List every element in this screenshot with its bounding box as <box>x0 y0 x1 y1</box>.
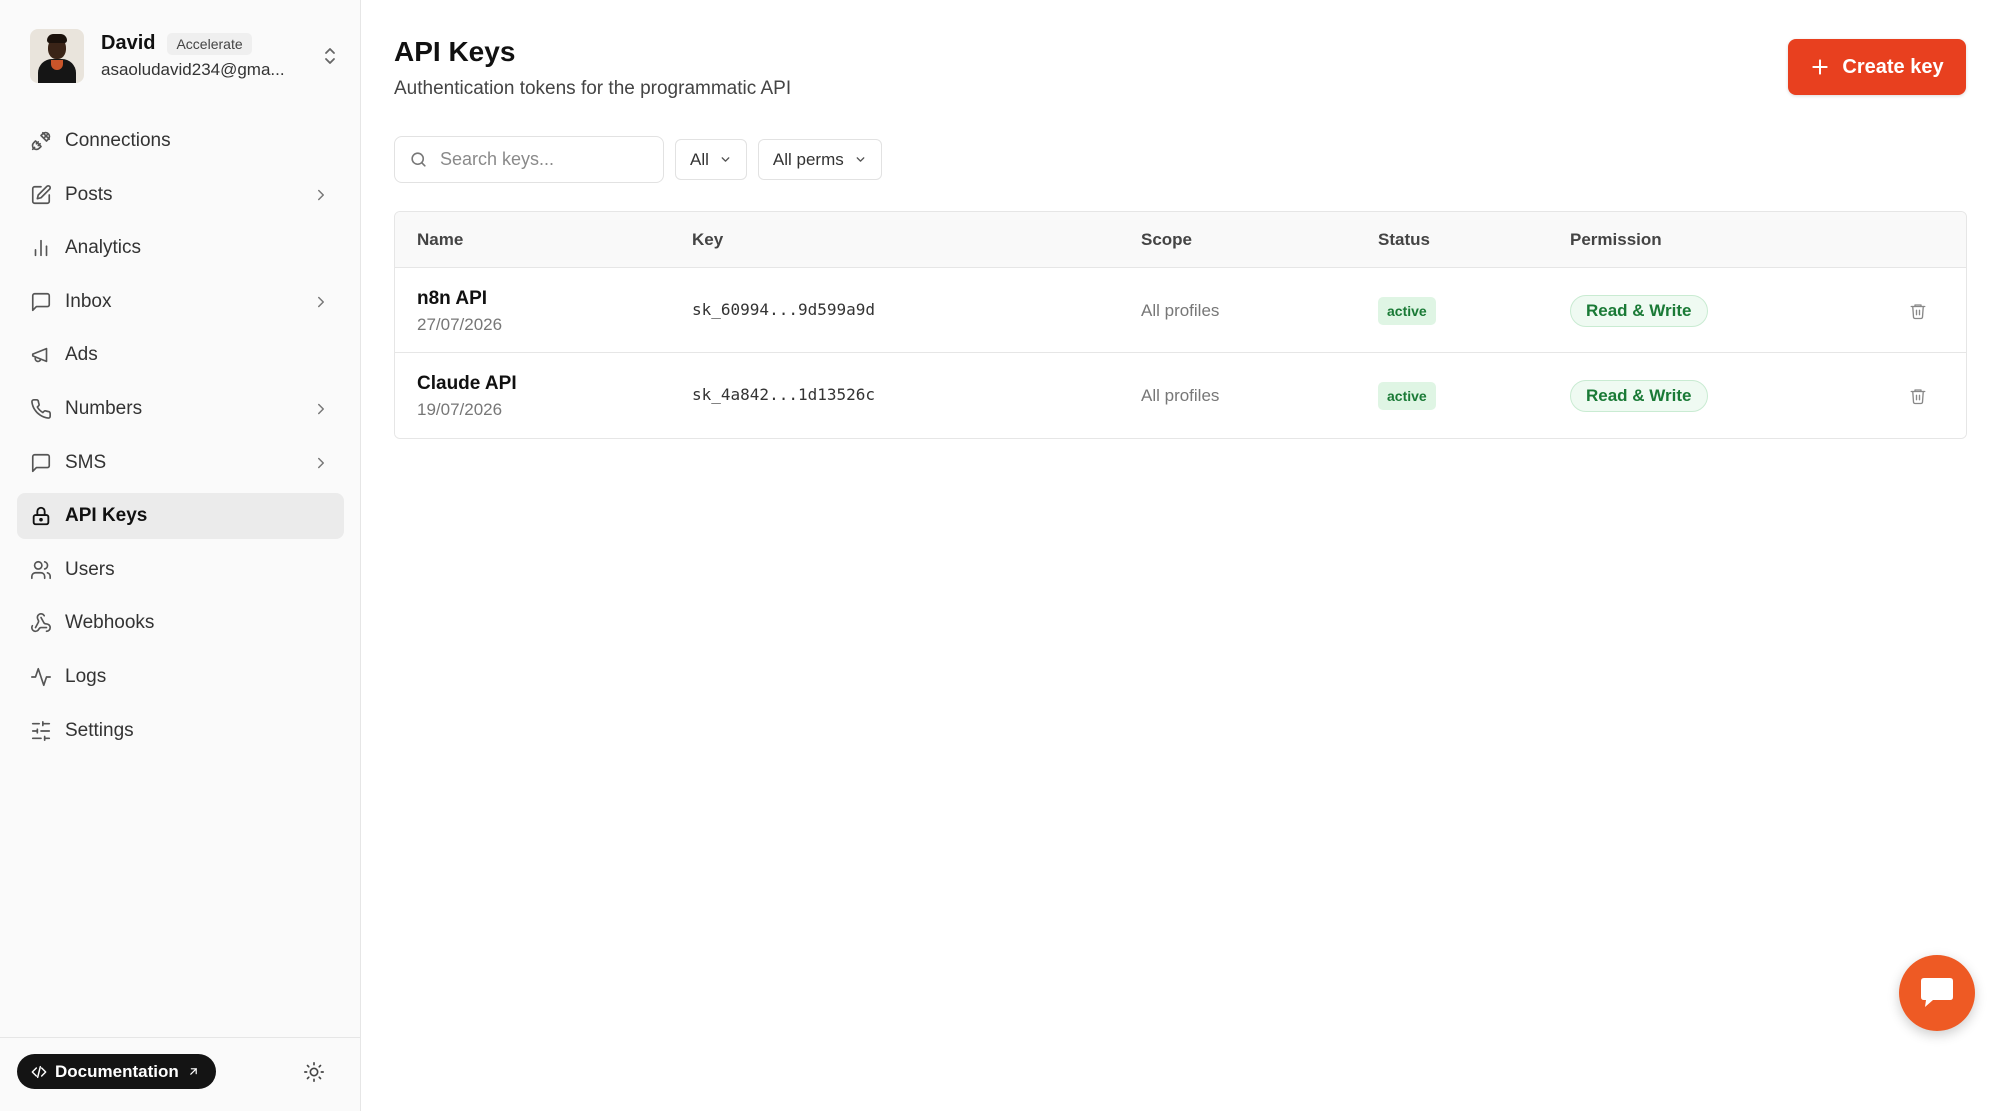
trash-icon <box>1910 304 1926 320</box>
sliders-icon <box>29 719 53 743</box>
sidebar-nav: Connections Posts Analytics Inbox Ads Nu… <box>17 118 344 761</box>
plug-icon <box>29 129 53 153</box>
lock-icon <box>29 504 53 528</box>
sidebar-item-numbers[interactable]: Numbers <box>17 386 344 432</box>
sidebar-item-api-keys[interactable]: API Keys <box>17 493 344 540</box>
chevron-right-icon <box>318 189 324 200</box>
edit-icon <box>29 183 53 207</box>
permission-badge: Read & Write <box>1570 380 1708 412</box>
documentation-label: Documentation <box>55 1061 179 1081</box>
filter-bar: All All perms <box>394 136 882 183</box>
page-subtitle: Authentication tokens for the programmat… <box>394 78 792 99</box>
sidebar-footer: Documentation <box>0 1037 361 1111</box>
sidebar-item-sms[interactable]: SMS <box>17 440 344 486</box>
sidebar-item-label: Analytics <box>65 237 142 259</box>
trash-icon <box>1910 389 1926 405</box>
phone-icon <box>29 397 53 421</box>
sidebar-item-users[interactable]: Users <box>17 547 344 593</box>
chevron-right-icon <box>318 296 324 308</box>
sidebar: David Accelerate asaoludavid234@gma... C… <box>0 0 361 1111</box>
permission-filter-value: All perms <box>772 149 844 169</box>
key-name: n8n API <box>417 288 488 309</box>
key-token: sk_60994...9d599a9d <box>692 300 876 319</box>
plus-icon <box>1812 59 1829 75</box>
message-square-icon <box>29 290 53 314</box>
sidebar-item-settings[interactable]: Settings <box>17 708 344 754</box>
chevron-down-icon <box>721 157 730 162</box>
sidebar-item-label: Settings <box>65 719 134 741</box>
table-row: n8n API 27/07/2026 sk_60994...9d599a9d A… <box>395 268 1966 353</box>
sidebar-item-connections[interactable]: Connections <box>17 118 344 164</box>
sidebar-item-label: SMS <box>65 451 107 473</box>
api-keys-table: Name Key Scope Status Permission n8n API… <box>394 211 1967 439</box>
sidebar-item-webhooks[interactable]: Webhooks <box>17 600 344 646</box>
code-icon <box>31 1065 47 1078</box>
chevron-down-icon <box>856 157 865 162</box>
sidebar-item-label: API Keys <box>65 505 148 527</box>
sidebar-item-label: Connections <box>65 130 171 151</box>
sidebar-item-label: Webhooks <box>65 612 155 634</box>
account-switcher[interactable]: David Accelerate asaoludavid234@gma... <box>30 28 340 84</box>
search-icon <box>411 152 426 167</box>
theme-toggle[interactable] <box>300 1058 328 1086</box>
sun-icon <box>304 1062 324 1082</box>
sidebar-item-label: Numbers <box>65 397 143 419</box>
key-name: Claude API <box>417 373 517 394</box>
sidebar-item-analytics[interactable]: Analytics <box>17 225 344 271</box>
sidebar-item-label: Logs <box>65 665 107 687</box>
column-header-status: Status <box>1378 230 1430 249</box>
column-header-scope: Scope <box>1141 230 1193 249</box>
sidebar-item-ads[interactable]: Ads <box>17 332 344 378</box>
permission-badge: Read & Write <box>1570 295 1708 327</box>
column-header-permission: Permission <box>1570 230 1662 249</box>
megaphone-icon <box>29 343 53 367</box>
permission-filter-select[interactable]: All perms <box>757 139 882 180</box>
sidebar-item-label: Posts <box>65 183 113 205</box>
column-header-name: Name <box>417 230 464 249</box>
bar-chart-icon <box>29 236 53 260</box>
delete-key-button[interactable] <box>1907 385 1929 407</box>
account-info: David Accelerate asaoludavid234@gma... <box>101 32 310 80</box>
sidebar-item-label: Inbox <box>65 290 112 312</box>
search-box[interactable] <box>394 136 664 183</box>
key-scope: All profiles <box>1141 386 1220 405</box>
sidebar-item-logs[interactable]: Logs <box>17 654 344 700</box>
sidebar-item-posts[interactable]: Posts <box>17 172 344 218</box>
webhook-icon <box>29 611 53 635</box>
key-date: 19/07/2026 <box>417 400 503 419</box>
documentation-button[interactable]: Documentation <box>17 1054 216 1089</box>
chevrons-up-down-icon <box>320 43 340 69</box>
chevron-right-icon <box>318 457 324 468</box>
avatar <box>30 29 84 83</box>
sidebar-item-label: Users <box>65 558 115 580</box>
status-badge: active <box>1378 382 1436 410</box>
main-content: API Keys Authentication tokens for the p… <box>361 0 1999 1111</box>
table-header: Name Key Scope Status Permission <box>395 212 1966 268</box>
account-name: David <box>101 32 156 54</box>
status-badge: active <box>1378 297 1436 325</box>
page-title: API Keys <box>394 36 516 67</box>
external-link-icon <box>189 1068 197 1075</box>
status-filter-value: All <box>690 149 709 169</box>
sidebar-item-inbox[interactable]: Inbox <box>17 279 344 325</box>
plan-badge: Accelerate <box>167 32 252 55</box>
search-input[interactable] <box>440 149 640 170</box>
delete-key-button[interactable] <box>1907 300 1929 322</box>
status-filter-select[interactable]: All <box>675 139 747 180</box>
key-scope: All profiles <box>1141 301 1220 320</box>
create-key-label: Create key <box>1842 55 1944 78</box>
support-chat-button[interactable] <box>1899 955 1975 1031</box>
account-email: asaoludavid234@gma... <box>101 60 285 79</box>
column-header-key: Key <box>692 230 724 249</box>
message-square-icon <box>29 451 53 475</box>
key-token: sk_4a842...1d13526c <box>692 385 876 404</box>
users-icon <box>29 558 53 582</box>
key-date: 27/07/2026 <box>417 315 503 334</box>
create-key-button[interactable]: Create key <box>1788 39 1966 95</box>
activity-icon <box>29 665 53 689</box>
table-row: Claude API 19/07/2026 sk_4a842...1d13526… <box>395 353 1966 438</box>
chevron-right-icon <box>318 403 324 415</box>
chat-bubble-icon <box>1921 978 1953 1007</box>
sidebar-item-label: Ads <box>65 344 98 366</box>
